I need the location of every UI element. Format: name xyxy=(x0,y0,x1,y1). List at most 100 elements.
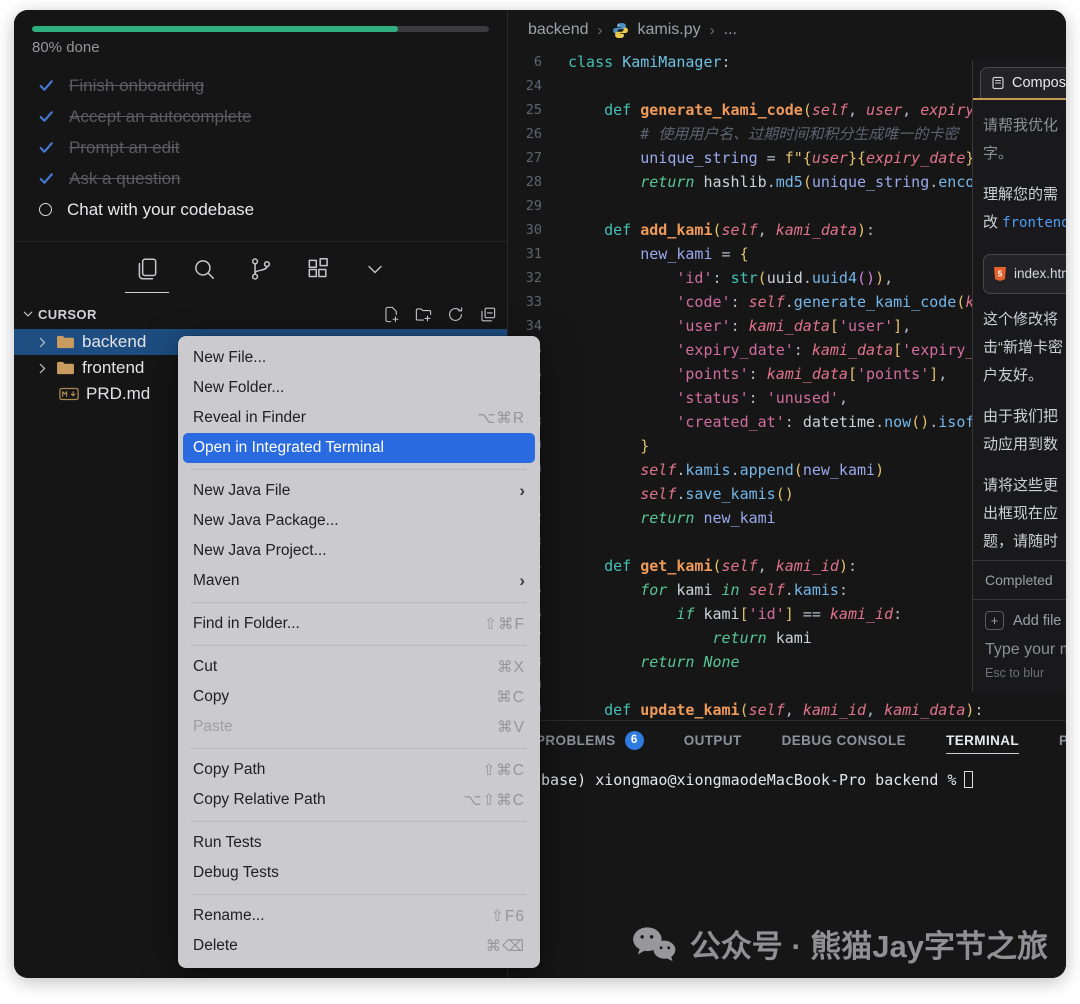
menu-item-paste[interactable]: Paste⌘V xyxy=(178,712,540,742)
menu-item-label: Cut xyxy=(193,658,217,676)
line-number: 27 xyxy=(508,146,568,170)
panel-tab-terminal[interactable]: TERMINAL xyxy=(946,721,1019,759)
message-line: 改 frontend xyxy=(983,209,1066,237)
breadcrumb-segment[interactable]: backend xyxy=(528,21,589,39)
assistant-message: 这个修改将击“新增卡密户友好。 xyxy=(983,306,1066,390)
menu-item-maven[interactable]: Maven› xyxy=(178,566,540,596)
code-line-content: # 使用用户名、过期时间和积分生成唯一的卡密 xyxy=(568,122,958,146)
extensions-icon[interactable] xyxy=(303,254,333,284)
menu-item-shortcut: ⌘X xyxy=(497,658,525,677)
code-line-content: 'id': str(uuid.uuid4()), xyxy=(568,266,893,290)
checklist-item[interactable]: Prompt an edit xyxy=(14,132,507,163)
app-window: 80% done Finish onboarding Accept an auto… xyxy=(14,10,1066,978)
code-line-content: return None xyxy=(568,650,740,674)
menu-separator xyxy=(191,469,527,470)
checklist-item[interactable]: Chat with your codebase xyxy=(14,194,507,225)
panel-tab-label: TERMINAL xyxy=(946,733,1019,748)
chevron-right-icon xyxy=(36,336,49,349)
onboarding-progress-bar xyxy=(32,26,489,32)
menu-item-delete[interactable]: Delete⌘⌫ xyxy=(178,931,540,961)
menu-separator xyxy=(191,748,527,749)
file-chip[interactable]: 5 index.html xyxy=(983,254,1066,294)
menu-item-copy-relative-path[interactable]: Copy Relative Path⌥⇧⌘C xyxy=(178,785,540,815)
panel-tab-debug-console[interactable]: DEBUG CONSOLE xyxy=(782,721,906,759)
wechat-icon xyxy=(631,925,677,963)
tree-item-label: PRD.md xyxy=(86,384,150,404)
code-line-content: self.save_kamis() xyxy=(568,482,794,506)
checklist-item[interactable]: Ask a question xyxy=(14,163,507,194)
menu-item-new-file[interactable]: New File... xyxy=(178,343,540,373)
breadcrumb[interactable]: backend›kamis.py›... xyxy=(508,10,1066,50)
menu-item-shortcut: ⌘V xyxy=(497,718,525,737)
refresh-icon[interactable] xyxy=(446,305,465,324)
menu-item-shortcut: ⇧F6 xyxy=(491,907,525,926)
explorer-actions xyxy=(382,305,497,324)
search-icon[interactable] xyxy=(189,254,219,284)
line-number: 32 xyxy=(508,266,568,290)
panel-tab-label: PROBLEMS xyxy=(536,733,616,748)
menu-item-open-in-integrated-terminal[interactable]: Open in Integrated Terminal xyxy=(183,433,535,463)
menu-separator xyxy=(191,602,527,603)
explorer-title[interactable]: CURSOR xyxy=(38,307,382,322)
file-chip-label: index.html xyxy=(1014,260,1066,288)
folder-icon xyxy=(56,334,75,350)
panel-tab-label: PORTS xyxy=(1059,733,1066,748)
terminal-prompt[interactable]: (base) xiongmao@xiongmaodeMacBook-Pro ba… xyxy=(532,771,1066,789)
line-number: 25 xyxy=(508,98,568,122)
new-folder-icon[interactable] xyxy=(414,305,433,324)
breadcrumb-segment[interactable]: ... xyxy=(724,21,737,39)
collapse-all-icon[interactable] xyxy=(478,305,497,324)
chevron-down-icon[interactable] xyxy=(22,308,34,320)
html5-icon: 5 xyxy=(993,266,1007,282)
checklist-item-label: Accept an autocomplete xyxy=(69,107,251,127)
message-line: 户友好。 xyxy=(983,362,1066,390)
menu-item-run-tests[interactable]: Run Tests xyxy=(178,828,540,858)
menu-item-new-java-project[interactable]: New Java Project... xyxy=(178,536,540,566)
composer-input-placeholder[interactable]: Type your message xyxy=(985,641,1054,659)
message-line: 字。 xyxy=(983,140,1066,168)
composer-header: Composer xyxy=(973,60,1066,98)
code-line-content: 'status': 'unused', xyxy=(568,386,848,410)
line-number: 24 xyxy=(508,74,568,98)
code-line-content: 'expiry_date': kami_data['expiry_date'], xyxy=(568,338,1038,362)
check-icon xyxy=(38,108,55,125)
menu-item-rename[interactable]: Rename...⇧F6 xyxy=(178,901,540,931)
onboarding-progress-label: 80% done xyxy=(32,39,489,56)
python-icon xyxy=(612,22,629,39)
menu-item-copy[interactable]: Copy⌘C xyxy=(178,682,540,712)
menu-item-copy-path[interactable]: Copy Path⇧⌘C xyxy=(178,755,540,785)
composer-tab[interactable]: Composer xyxy=(980,67,1066,98)
code-line-content: class KamiManager: xyxy=(568,50,731,74)
menu-item-label: New Java Package... xyxy=(193,512,339,530)
panel-tab-ports[interactable]: PORTS xyxy=(1059,721,1066,759)
menu-item-find-in-folder[interactable]: Find in Folder...⇧⌘F xyxy=(178,609,540,639)
menu-item-new-java-package[interactable]: New Java Package... xyxy=(178,506,540,536)
checklist-item[interactable]: Accept an autocomplete xyxy=(14,101,507,132)
breadcrumb-segment[interactable]: kamis.py xyxy=(638,21,701,39)
message-line: 动应用到数 xyxy=(983,431,1066,459)
menu-item-shortcut: ⇧⌘C xyxy=(482,761,525,780)
code-line-content: if kami['id'] == kami_id: xyxy=(568,602,902,626)
panel-tab-problems[interactable]: PROBLEMS6 xyxy=(536,721,644,759)
menu-item-debug-tests[interactable]: Debug Tests xyxy=(178,858,540,888)
message-line: 理解您的需 xyxy=(983,181,1066,209)
watermark-text: 公众号 · 熊猫Jay字节之旅 xyxy=(690,921,1048,966)
explorer-files-icon[interactable] xyxy=(132,254,162,284)
chevron-down-icon[interactable] xyxy=(360,254,390,284)
menu-item-new-java-file[interactable]: New Java File› xyxy=(178,476,540,506)
menu-item-new-folder[interactable]: New Folder... xyxy=(178,373,540,403)
add-file-button[interactable]: + Add file xyxy=(985,611,1054,630)
composer-status: Completed xyxy=(973,560,1066,599)
line-number: 33 xyxy=(508,290,568,314)
new-file-icon[interactable] xyxy=(382,305,401,324)
assistant-message: 理解您的需改 frontend xyxy=(983,181,1066,237)
menu-item-cut[interactable]: Cut ⌘X xyxy=(178,652,540,682)
menu-item-label: Open in Integrated Terminal xyxy=(193,439,384,457)
panel-tab-output[interactable]: OUTPUT xyxy=(684,721,742,759)
checklist-item[interactable]: Finish onboarding xyxy=(14,70,507,101)
line-number: 34 xyxy=(508,314,568,338)
menu-item-reveal-in-finder[interactable]: Reveal in Finder⌥⌘R xyxy=(178,403,540,433)
line-number: 26 xyxy=(508,122,568,146)
code-line-content: def get_kami(self, kami_id): xyxy=(568,554,857,578)
source-control-icon[interactable] xyxy=(246,254,276,284)
